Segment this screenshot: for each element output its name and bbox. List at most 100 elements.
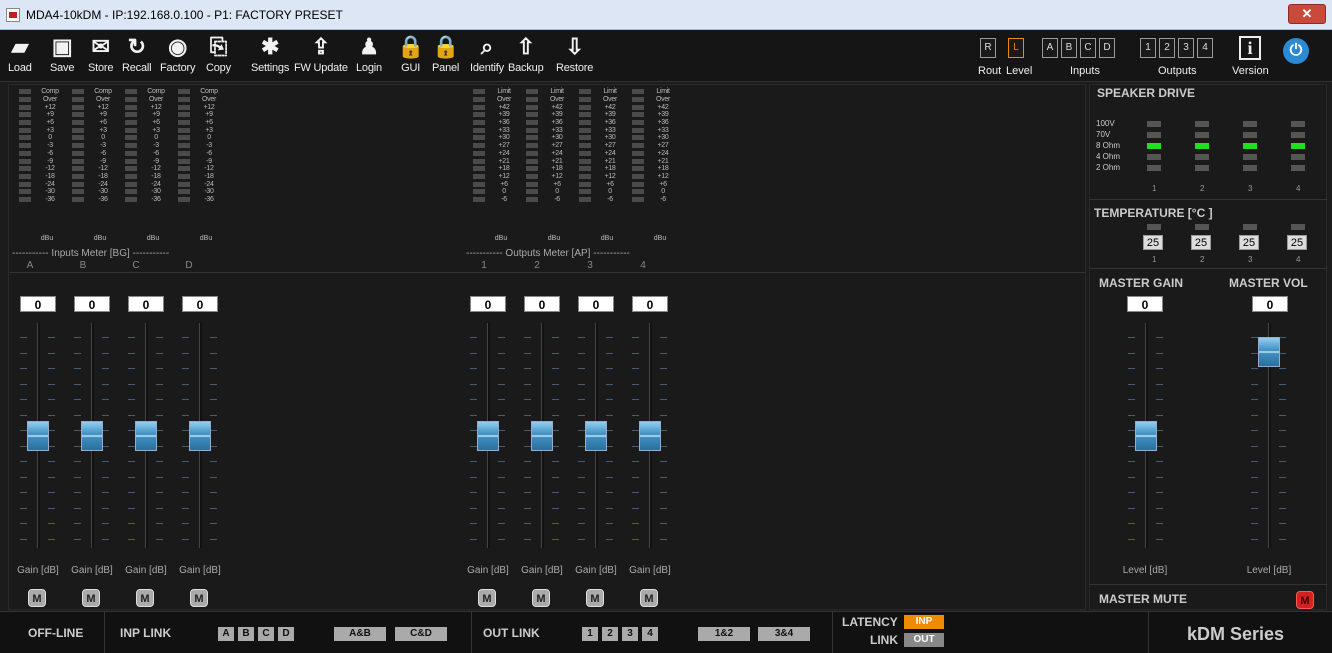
fader-tick bbox=[156, 399, 163, 400]
master-mute-button[interactable]: M bbox=[1296, 591, 1314, 609]
meter-segment bbox=[19, 127, 31, 133]
toolbar-gui-button[interactable]: 🔒 GUI bbox=[397, 32, 424, 74]
speaker-drive-indicator bbox=[1243, 165, 1257, 171]
output-2-button[interactable]: 2 bbox=[1159, 38, 1175, 58]
input-mute-button[interactable]: M bbox=[136, 589, 154, 607]
fader-knob[interactable] bbox=[531, 420, 553, 451]
meter-row: +12 bbox=[473, 173, 525, 181]
info-icon[interactable]: i bbox=[1239, 36, 1261, 60]
fader-knob[interactable] bbox=[189, 420, 211, 451]
inp-link-ab-button[interactable]: A&B bbox=[334, 627, 386, 641]
latency-out-button[interactable]: OUT bbox=[904, 633, 944, 647]
toolbar-backup-button[interactable]: ⇧ Backup bbox=[508, 32, 544, 74]
input-gain-value[interactable]: 0 bbox=[74, 296, 110, 312]
out-link-12-button[interactable]: 1&2 bbox=[698, 627, 750, 641]
output-mute-button[interactable]: M bbox=[640, 589, 658, 607]
fader-tick bbox=[210, 523, 217, 524]
input-mute-button[interactable]: M bbox=[28, 589, 46, 607]
input-d-button[interactable]: D bbox=[1099, 38, 1115, 58]
rout-button[interactable]: R bbox=[980, 38, 996, 58]
master-vol-fader[interactable] bbox=[1243, 323, 1295, 548]
output-gain-fader[interactable] bbox=[462, 323, 514, 548]
output-gain-fader[interactable] bbox=[624, 323, 676, 548]
gear-icon: ✱ bbox=[260, 34, 280, 59]
fader-knob[interactable] bbox=[135, 420, 157, 451]
fader-knob[interactable] bbox=[27, 420, 49, 451]
input-gain-fader[interactable] bbox=[174, 323, 226, 548]
meter-unit: dBu bbox=[146, 235, 160, 242]
fader-tick bbox=[20, 352, 27, 354]
toolbar-login-button[interactable]: ♟ Login bbox=[356, 32, 382, 74]
toolbar-recall-button[interactable]: ↻ Recall bbox=[122, 32, 152, 74]
toolbar-copy-button[interactable]: ⎘ Copy bbox=[206, 32, 231, 74]
master-gain-fader[interactable] bbox=[1120, 323, 1172, 548]
input-b-button[interactable]: B bbox=[1061, 38, 1077, 58]
input-a-button[interactable]: A bbox=[1042, 38, 1058, 58]
out-link-4-button[interactable]: 4 bbox=[642, 627, 658, 641]
out-link-3-button[interactable]: 3 bbox=[622, 627, 638, 641]
meter-row: +39 bbox=[473, 111, 525, 119]
input-c-button[interactable]: C bbox=[1080, 38, 1096, 58]
inp-link-b-button[interactable]: B bbox=[238, 627, 254, 641]
fader-knob[interactable] bbox=[477, 420, 499, 451]
toolbar-settings-button[interactable]: ✱ Settings bbox=[251, 32, 289, 74]
fader-knob[interactable] bbox=[1135, 420, 1157, 451]
output-3-button[interactable]: 3 bbox=[1178, 38, 1194, 58]
output-mute-button[interactable]: M bbox=[478, 589, 496, 607]
meter-scale-label: +27 bbox=[604, 142, 616, 150]
fader-tick bbox=[632, 476, 639, 478]
output-gain-value[interactable]: 0 bbox=[578, 296, 614, 312]
output-gain-value[interactable]: 0 bbox=[524, 296, 560, 312]
toolbar-restore-button[interactable]: ⇩ Restore bbox=[556, 32, 593, 74]
meter-row: -24 bbox=[72, 180, 124, 188]
output-mute-button[interactable]: M bbox=[586, 589, 604, 607]
output-gain-fader[interactable] bbox=[516, 323, 568, 548]
master-gain-value[interactable]: 0 bbox=[1127, 296, 1163, 312]
output-gain-value[interactable]: 0 bbox=[470, 296, 506, 312]
out-link-1-button[interactable]: 1 bbox=[582, 627, 598, 641]
inp-link-cd-button[interactable]: C&D bbox=[395, 627, 447, 641]
inp-link-c-button[interactable]: C bbox=[258, 627, 274, 641]
output-mute-button[interactable]: M bbox=[532, 589, 550, 607]
toolbar-store-button[interactable]: ✉ Store bbox=[88, 32, 113, 74]
input-gain-value[interactable]: 0 bbox=[128, 296, 164, 312]
output-gain-fader[interactable] bbox=[570, 323, 622, 548]
inp-link-a-button[interactable]: A bbox=[218, 627, 234, 641]
input-gain-fader[interactable] bbox=[66, 323, 118, 548]
power-icon[interactable]: ⏻ bbox=[1283, 38, 1309, 64]
level-button[interactable]: L bbox=[1008, 38, 1024, 58]
fader-tick bbox=[660, 430, 667, 431]
master-gain-unit: Level [dB] bbox=[1122, 565, 1168, 576]
meter-segment bbox=[473, 89, 485, 95]
toolbar-panel-button[interactable]: 🔒 Panel bbox=[432, 32, 459, 74]
fader-knob[interactable] bbox=[639, 420, 661, 451]
fader-knob[interactable] bbox=[81, 420, 103, 451]
input-gain-fader[interactable] bbox=[120, 323, 172, 548]
toolbar-load-button[interactable]: ▰ Load bbox=[8, 32, 32, 74]
inp-link-d-button[interactable]: D bbox=[278, 627, 294, 641]
toolbar-identify-button[interactable]: ⌕ Identify bbox=[470, 32, 504, 74]
output-1-button[interactable]: 1 bbox=[1140, 38, 1156, 58]
latency-inp-button[interactable]: INP bbox=[904, 615, 944, 629]
temperature-title: TEMPERATURE [°C ] bbox=[1094, 206, 1213, 220]
toolbar-fw-update-button[interactable]: ⇪ FW Update bbox=[294, 32, 348, 74]
input-gain-value[interactable]: 0 bbox=[182, 296, 218, 312]
output-4-button[interactable]: 4 bbox=[1197, 38, 1213, 58]
meter-scale-label: +9 bbox=[99, 111, 107, 119]
input-gain-fader[interactable] bbox=[12, 323, 64, 548]
output-gain-value[interactable]: 0 bbox=[632, 296, 668, 312]
fader-knob[interactable] bbox=[1258, 336, 1280, 367]
close-button[interactable]: ✕ bbox=[1288, 4, 1326, 24]
fader-knob[interactable] bbox=[585, 420, 607, 451]
meter-scale-label: -18 bbox=[98, 172, 108, 180]
input-mute-button[interactable]: M bbox=[190, 589, 208, 607]
master-vol-value[interactable]: 0 bbox=[1252, 296, 1288, 312]
fader-tick bbox=[1279, 523, 1286, 524]
toolbar-factory-button[interactable]: ◉ Factory bbox=[160, 32, 195, 74]
input-mute-button[interactable]: M bbox=[82, 589, 100, 607]
out-link-2-button[interactable]: 2 bbox=[602, 627, 618, 641]
out-link-34-button[interactable]: 3&4 bbox=[758, 627, 810, 641]
toolbar-save-button[interactable]: ▣ Save bbox=[50, 32, 74, 74]
meter-row: -24 bbox=[19, 180, 71, 188]
input-gain-value[interactable]: 0 bbox=[20, 296, 56, 312]
